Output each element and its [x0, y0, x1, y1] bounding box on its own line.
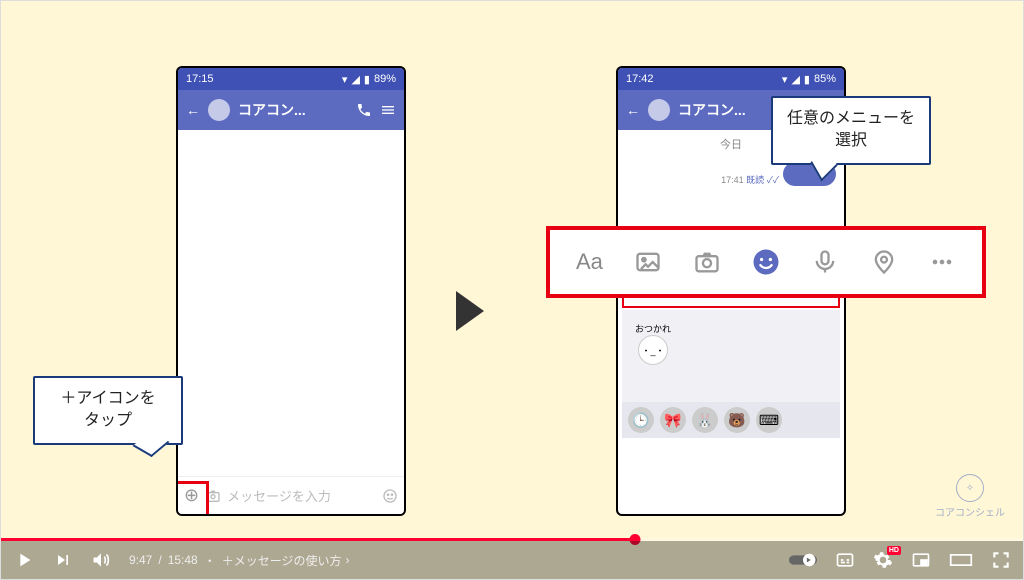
check-icon: ✓✓	[767, 175, 779, 185]
chapter-sep: ・	[204, 552, 216, 569]
signal-icon: ◢	[351, 73, 359, 86]
camera-icon[interactable]	[687, 242, 727, 282]
status-time: 17:15	[186, 73, 214, 85]
callout-text: 任意のメニューを 選択	[787, 110, 915, 149]
callout-tail	[133, 431, 170, 457]
time-display: 9:47 / 15:48 ・ ＋メッセージの使い方 ›	[129, 552, 350, 569]
back-icon[interactable]: ←	[186, 102, 200, 118]
video-content: 17:15 ▾ ◢ ▮ 89% ← コアコン...	[1, 1, 1023, 579]
back-icon[interactable]: ←	[626, 102, 640, 118]
theater-button[interactable]	[949, 550, 973, 570]
chat-body: 今日 17:41 既読 ✓✓ Aa ▢ ◎ ☺ ⌂ ⟟	[618, 130, 844, 476]
fullscreen-button[interactable]	[991, 550, 1011, 570]
emoji-icon[interactable]	[382, 488, 398, 504]
sticker-item[interactable]: おつかれ ・_・	[628, 316, 678, 371]
play-button[interactable]	[13, 549, 35, 571]
menu-icon[interactable]	[380, 102, 396, 118]
hd-badge: HD	[887, 546, 901, 555]
chat-body-empty	[178, 130, 404, 476]
battery-text: 89%	[374, 73, 396, 85]
location-icon[interactable]	[864, 242, 904, 282]
signal-icon: ◢	[791, 73, 799, 86]
call-icon[interactable]	[356, 102, 372, 118]
chevron-right-icon: ›	[346, 553, 350, 567]
sticker-caption: おつかれ	[635, 322, 671, 335]
vibrate-icon: ▾	[342, 73, 348, 86]
current-time: 9:47	[129, 553, 152, 567]
text-format-icon[interactable]: Aa	[569, 242, 609, 282]
sticker-face-icon: ・_・	[638, 335, 668, 365]
more-icon[interactable]	[922, 242, 962, 282]
volume-button[interactable]	[91, 550, 111, 570]
sticker-tab-1[interactable]: 🎀	[660, 407, 686, 433]
image-icon[interactable]	[628, 242, 668, 282]
camera-icon[interactable]	[205, 488, 221, 504]
sticker-tab-3[interactable]: 🐻	[724, 407, 750, 433]
video-player-frame: 17:15 ▾ ◢ ▮ 89% ← コアコン...	[0, 0, 1024, 580]
total-time: 15:48	[168, 553, 198, 567]
read-status: 既読	[746, 175, 764, 185]
avatar[interactable]	[648, 99, 670, 121]
message-time: 17:41	[721, 175, 744, 185]
app-bar: ← コアコン...	[178, 90, 404, 130]
watermark-icon: ✧	[956, 474, 984, 502]
status-right: ▾ ◢ ▮ 85%	[782, 73, 836, 86]
sticker-panel: おつかれ ・_・ 🕒 🎀 🐰 🐻 ⌨	[622, 310, 840, 438]
vibrate-icon: ▾	[782, 73, 788, 86]
captions-button[interactable]	[835, 550, 855, 570]
callout-plus-icon: ＋アイコンを タップ	[33, 376, 183, 445]
sticker-icon[interactable]	[746, 242, 786, 282]
chapter-title: ＋メッセージの使い方	[222, 552, 342, 569]
attachment-menu-enlarged: Aa	[546, 226, 986, 298]
arrow-right-icon	[456, 291, 484, 331]
status-bar: 17:42 ▾ ◢ ▮ 85%	[618, 68, 844, 90]
battery-text: 85%	[814, 73, 836, 85]
mic-icon[interactable]	[805, 242, 845, 282]
time-sep: /	[158, 553, 161, 567]
plus-icon[interactable]: ⊕	[184, 485, 199, 506]
next-button[interactable]	[53, 550, 73, 570]
message-meta: 17:41 既読 ✓✓	[721, 175, 779, 186]
sticker-tab-keyboard-icon[interactable]: ⌨	[756, 407, 782, 433]
status-right: ▾ ◢ ▮ 89%	[342, 73, 396, 86]
sticker-tab-clock-icon[interactable]: 🕒	[628, 407, 654, 433]
chapter-button[interactable]: ＋メッセージの使い方 ›	[222, 552, 350, 569]
callout-text: ＋アイコンを タップ	[60, 390, 155, 429]
status-bar: 17:15 ▾ ◢ ▮ 89%	[178, 68, 404, 90]
avatar[interactable]	[208, 99, 230, 121]
battery-icon: ▮	[804, 73, 810, 86]
callout-select-menu: 任意のメニューを 選択	[771, 96, 931, 165]
sticker-tab-2[interactable]: 🐰	[692, 407, 718, 433]
autoplay-toggle[interactable]	[789, 552, 817, 568]
message-placeholder[interactable]: メッセージを入力	[227, 486, 376, 505]
watermark-text: コアコンシェル	[935, 508, 1005, 519]
miniplayer-button[interactable]	[911, 550, 931, 570]
player-controls: 9:47 / 15:48 ・ ＋メッセージの使い方 › HD	[1, 541, 1023, 579]
channel-watermark[interactable]: ✧ コアコンシェル	[935, 474, 1005, 519]
chat-title: コアコン...	[238, 100, 348, 120]
status-time: 17:42	[626, 73, 654, 85]
battery-icon: ▮	[364, 73, 370, 86]
sticker-tabs: 🕒 🎀 🐰 🐻 ⌨	[622, 402, 840, 438]
phone-before: 17:15 ▾ ◢ ▮ 89% ← コアコン...	[176, 66, 406, 516]
settings-button[interactable]: HD	[873, 550, 893, 570]
message-input-bar: ⊕ メッセージを入力	[178, 476, 404, 514]
